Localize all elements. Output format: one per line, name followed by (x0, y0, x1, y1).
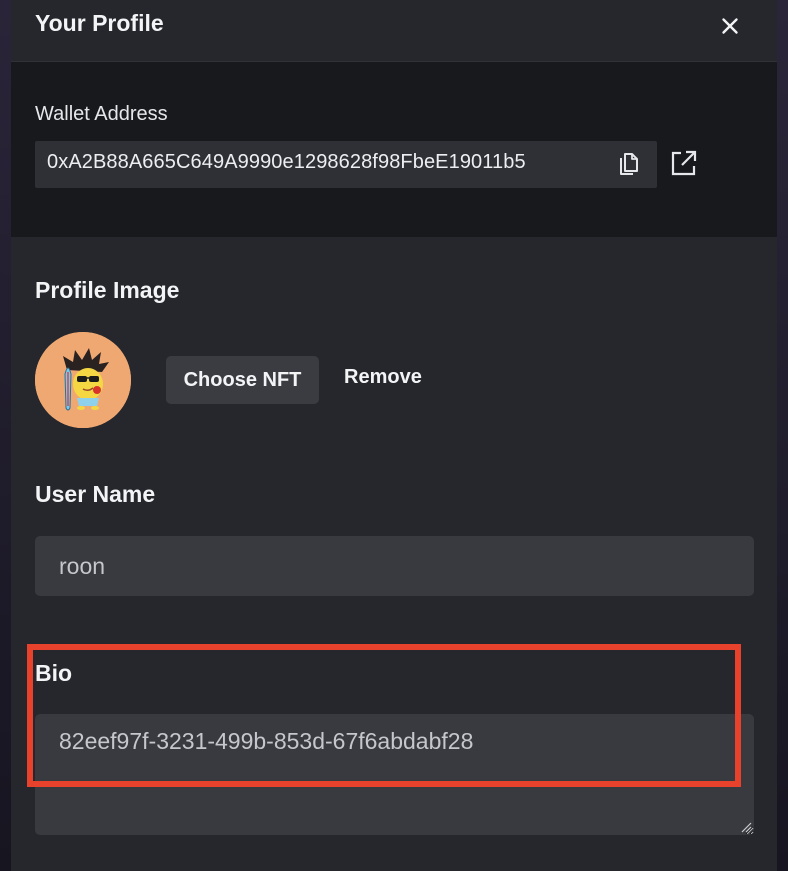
bio-label: Bio (35, 660, 73, 686)
wallet-address-value: 0xA2B88A665C649A9990e1298628f98FbeE19011… (47, 151, 526, 173)
modal-title: Your Profile (35, 10, 164, 36)
username-label: User Name (35, 481, 156, 507)
modal-header: Your Profile (11, 0, 777, 62)
open-explorer-button[interactable] (670, 149, 698, 177)
backdrop-left (0, 0, 11, 871)
close-button[interactable] (716, 12, 744, 40)
backdrop-right (777, 0, 788, 871)
choose-nft-button[interactable]: Choose NFT (166, 356, 319, 404)
bio-textarea[interactable]: 82eef97f-3231-499b-853d-67f6abdabf28 (35, 714, 754, 835)
copy-icon (620, 153, 638, 175)
external-link-icon (671, 150, 697, 176)
wallet-section: Wallet Address 0xA2B88A665C649A9990e1298… (11, 62, 777, 237)
remove-image-button[interactable]: Remove (344, 366, 422, 389)
close-icon (722, 18, 738, 34)
profile-image-title: Profile Image (35, 277, 180, 303)
profile-modal: Your Profile Wallet Address 0xA2B88A665C… (11, 0, 777, 871)
nft-avatar-image (35, 332, 131, 428)
wallet-address-label: Wallet Address (35, 103, 168, 125)
username-input[interactable] (35, 536, 754, 596)
resize-grip-icon[interactable] (740, 821, 752, 833)
wallet-address-field[interactable]: 0xA2B88A665C649A9990e1298628f98FbeE19011… (35, 141, 657, 188)
avatar (35, 332, 131, 428)
copy-address-button[interactable] (617, 152, 641, 178)
